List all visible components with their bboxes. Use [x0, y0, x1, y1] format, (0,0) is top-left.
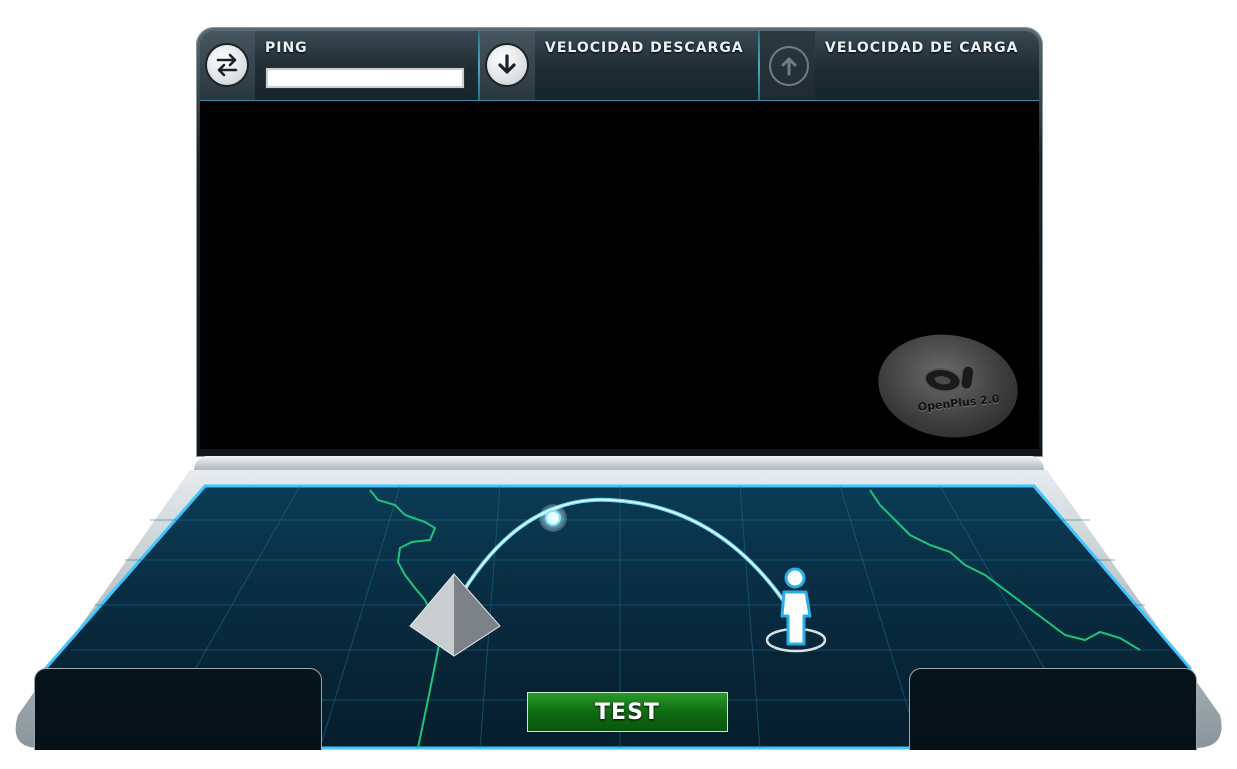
results-header: PING VELOCIDAD DESCARGA VELOCIDAD DE CAR…: [200, 31, 1039, 102]
arrow-down-icon: [487, 45, 527, 85]
ping-value-field: [266, 68, 464, 88]
arrow-up-icon: [769, 46, 809, 86]
openplus-logo: OpenPlus 2.0: [871, 325, 1025, 447]
speed-graph-display: OpenPlus 2.0: [200, 101, 1039, 449]
swap-arrows-icon: [207, 45, 247, 85]
upload-section: VELOCIDAD DE CARGA: [760, 31, 1039, 100]
ping-label: PING: [265, 40, 308, 56]
user-figure-icon: [765, 567, 827, 653]
ping-section: PING: [200, 31, 478, 100]
test-button[interactable]: TEST: [527, 692, 728, 732]
left-info-panel: [34, 668, 322, 750]
upload-label: VELOCIDAD DE CARGA: [825, 40, 1019, 56]
pyramid-server-icon: [409, 573, 501, 657]
download-section: VELOCIDAD DESCARGA: [480, 31, 758, 100]
right-info-panel: [909, 668, 1197, 750]
download-label: VELOCIDAD DESCARGA: [545, 40, 744, 56]
